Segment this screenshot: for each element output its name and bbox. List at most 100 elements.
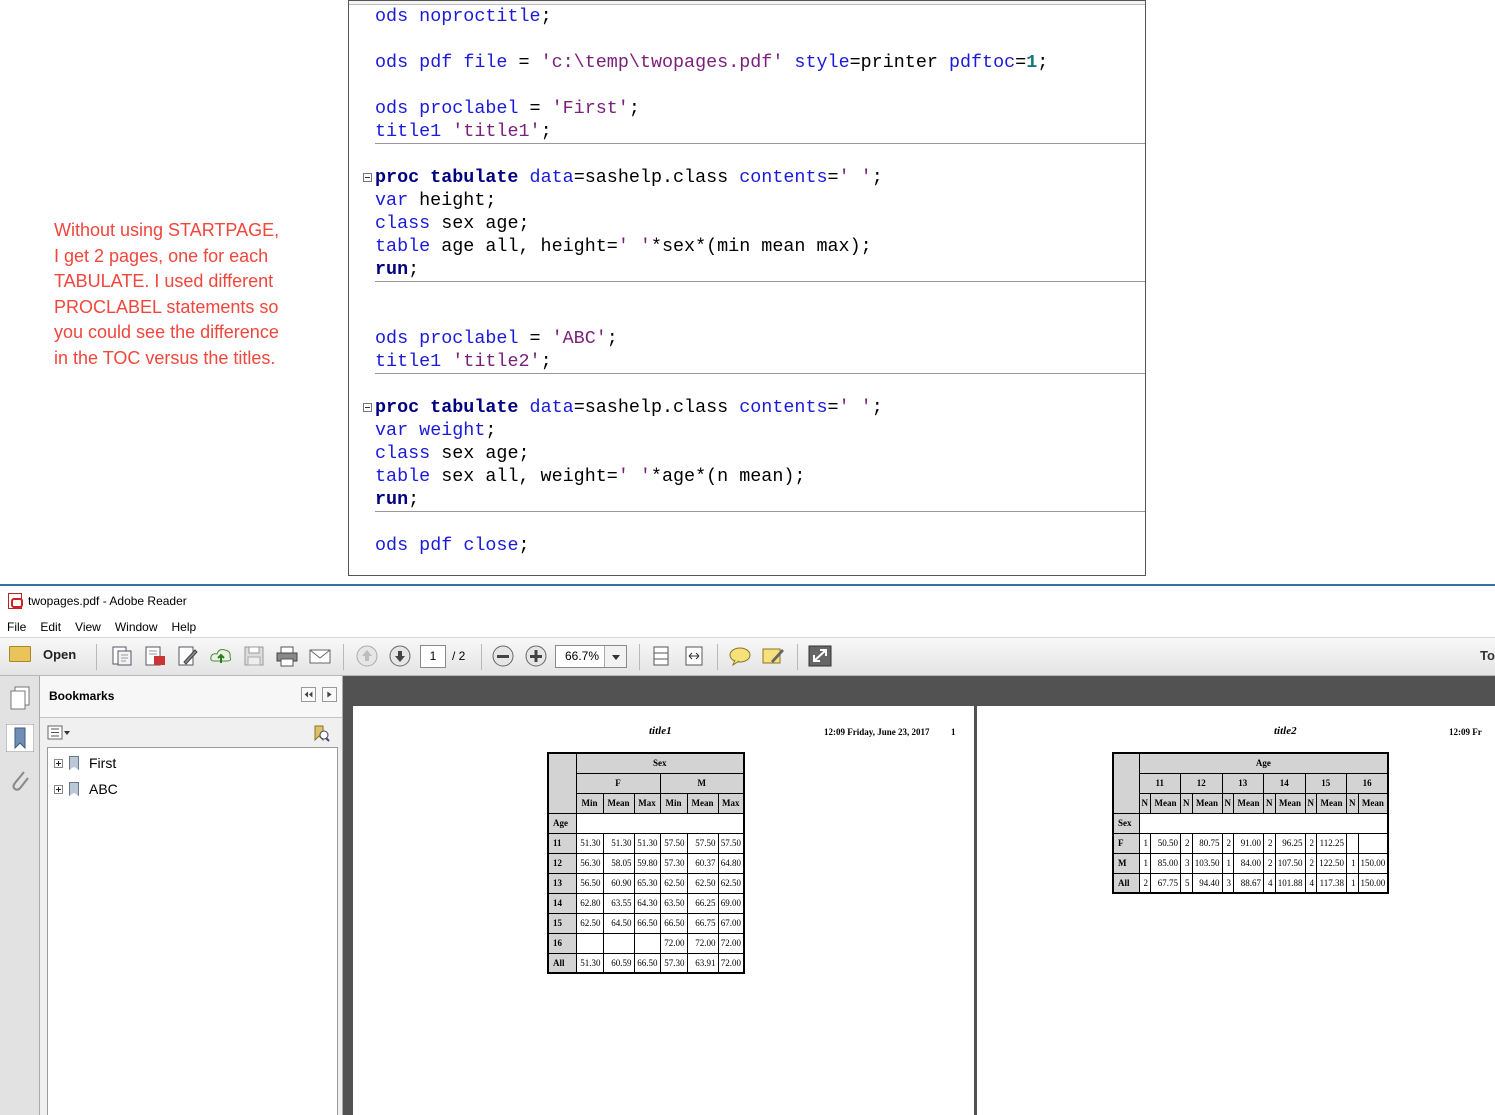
table-cell: 57.30 bbox=[659, 952, 688, 974]
collapse-toggle-icon[interactable] bbox=[363, 403, 372, 412]
next-page-icon[interactable] bbox=[388, 645, 412, 667]
table-cell: 1 bbox=[1221, 852, 1234, 874]
table-cell: 72.00 bbox=[686, 932, 719, 954]
previous-page-icon[interactable] bbox=[355, 645, 379, 667]
fit-page-icon[interactable] bbox=[649, 645, 673, 667]
menu-window[interactable]: Window bbox=[115, 620, 158, 634]
chevron-down-icon[interactable] bbox=[604, 646, 626, 667]
table-cell: 65.30 bbox=[633, 872, 661, 894]
save-icon[interactable] bbox=[242, 645, 266, 667]
stat-header: Max bbox=[633, 792, 661, 814]
pdf-file-icon bbox=[8, 593, 23, 609]
stat-header: N bbox=[1221, 792, 1234, 814]
code-line: class sex age; bbox=[375, 443, 530, 464]
full-screen-icon[interactable] bbox=[808, 645, 832, 667]
empty-cell bbox=[1138, 813, 1389, 833]
page-total: / 2 bbox=[452, 649, 466, 663]
table-cell bbox=[1357, 832, 1389, 854]
stat-header: Mean bbox=[1274, 792, 1306, 814]
page-number-input[interactable]: 1 bbox=[420, 645, 446, 668]
bookmarks-panel: Bookmarks First ABC bbox=[40, 676, 343, 1115]
tools-button[interactable]: To bbox=[1480, 648, 1495, 663]
stat-header: N bbox=[1304, 792, 1317, 814]
table-cell: 1 bbox=[1138, 852, 1151, 874]
row-header: 13 bbox=[547, 872, 577, 894]
navigation-strip bbox=[0, 676, 40, 1115]
bookmarks-tree: First ABC bbox=[47, 747, 338, 1115]
toolbar-separator bbox=[481, 644, 482, 670]
table-cell: 91.00 bbox=[1233, 832, 1264, 854]
stat-header: Mean bbox=[1150, 792, 1181, 814]
pages-panel-icon[interactable] bbox=[6, 684, 34, 712]
print-icon[interactable] bbox=[275, 645, 299, 667]
zoom-in-icon[interactable] bbox=[524, 645, 548, 667]
expand-icon[interactable] bbox=[54, 784, 63, 794]
attachments-panel-icon[interactable] bbox=[6, 766, 34, 794]
column-header-top: Sex bbox=[575, 752, 745, 774]
table-cell: 51.30 bbox=[633, 832, 661, 854]
collapse-toggle-icon[interactable] bbox=[363, 173, 372, 182]
sign-icon[interactable] bbox=[761, 645, 785, 667]
code-line: ods noproctitle; bbox=[375, 6, 552, 27]
code-line: ods proclabel = 'ABC'; bbox=[375, 328, 618, 349]
bookmark-item-first[interactable]: First bbox=[54, 753, 116, 773]
zoom-out-icon[interactable] bbox=[491, 645, 515, 667]
table-cell: 62.50 bbox=[717, 872, 745, 894]
email-icon[interactable] bbox=[308, 645, 332, 667]
table-row: 13 56.50 60.90 65.30 62.50 62.50 62.50 bbox=[547, 872, 745, 894]
comment-icon[interactable] bbox=[728, 645, 752, 667]
code-line: run; bbox=[375, 259, 420, 280]
collapse-panel-icon[interactable] bbox=[301, 687, 316, 702]
window-title: twopages.pdf - Adobe Reader bbox=[28, 594, 187, 608]
menu-help[interactable]: Help bbox=[172, 620, 197, 634]
edit-pdf-icon[interactable] bbox=[176, 645, 200, 667]
code-line: title1 'title2'; bbox=[375, 351, 552, 372]
tabulate-table-weight: Age 11 12 13 14 15 16 N Mean N Mean N Mean N Mean N Me… bbox=[1112, 752, 1390, 894]
stat-header: Mean bbox=[602, 792, 635, 814]
row-header: 16 bbox=[547, 932, 577, 954]
create-pdf-icon[interactable] bbox=[110, 645, 134, 667]
options-menu-icon[interactable] bbox=[47, 725, 71, 741]
bookmark-find-icon[interactable] bbox=[312, 724, 330, 742]
code-line: title1 'title1'; bbox=[375, 121, 552, 142]
table-row: All 2 67.75 5 94.40 3 88.67 4 101.88 4 117.38 1 150.… bbox=[1112, 872, 1389, 894]
row-header: 15 bbox=[547, 912, 577, 934]
menu-view[interactable]: View bbox=[75, 620, 101, 634]
group-header: F bbox=[575, 772, 661, 794]
table-cell: 56.30 bbox=[575, 852, 604, 874]
table-cell: 3 bbox=[1221, 872, 1234, 894]
upload-cloud-icon[interactable] bbox=[209, 645, 233, 667]
zoom-select[interactable]: 66.7% bbox=[555, 645, 627, 668]
open-button[interactable]: Open bbox=[9, 646, 76, 662]
document-view[interactable]: title1 12:09 Friday, June 23, 2017 1 Sex… bbox=[343, 676, 1495, 1115]
export-pdf-icon[interactable] bbox=[143, 645, 167, 667]
code-line: ods pdf file = 'c:\temp\twopages.pdf' st… bbox=[375, 52, 1049, 73]
table-cell: 84.00 bbox=[1233, 852, 1264, 874]
code-line: proc tabulate data=sashelp.class content… bbox=[375, 167, 883, 188]
table-cell: 67.00 bbox=[717, 912, 745, 934]
stat-header: N bbox=[1180, 792, 1193, 814]
expand-panel-icon[interactable] bbox=[322, 687, 337, 702]
toolbar-separator bbox=[343, 644, 344, 670]
row-header: 11 bbox=[547, 832, 577, 854]
step-separator bbox=[375, 511, 1145, 512]
table-cell: 64.50 bbox=[602, 912, 635, 934]
stat-header: Min bbox=[575, 792, 604, 814]
table-cell: 112.25 bbox=[1316, 832, 1347, 854]
table-cell: 51.30 bbox=[602, 832, 635, 854]
table-cell: 59.80 bbox=[633, 852, 661, 874]
fit-width-icon[interactable] bbox=[682, 645, 706, 667]
bookmark-item-abc[interactable]: ABC bbox=[54, 779, 118, 799]
adobe-reader-window: twopages.pdf - Adobe Reader File Edit Vi… bbox=[0, 584, 1495, 1115]
expand-icon[interactable] bbox=[54, 758, 63, 768]
row-variable-label: Sex bbox=[1112, 812, 1140, 834]
table-cell: 72.00 bbox=[659, 932, 688, 954]
stat-header: Mean bbox=[1357, 792, 1389, 814]
table-row: 16 72.00 72.00 72.00 bbox=[547, 932, 745, 954]
code-line: var height; bbox=[375, 190, 497, 211]
table-cell: 2 bbox=[1221, 832, 1234, 854]
bookmarks-panel-icon[interactable] bbox=[6, 724, 34, 752]
menu-file[interactable]: File bbox=[7, 620, 26, 634]
menu-edit[interactable]: Edit bbox=[40, 620, 61, 634]
sas-code-editor[interactable]: ods noproctitle; ods pdf file = 'c:\temp… bbox=[348, 0, 1146, 576]
